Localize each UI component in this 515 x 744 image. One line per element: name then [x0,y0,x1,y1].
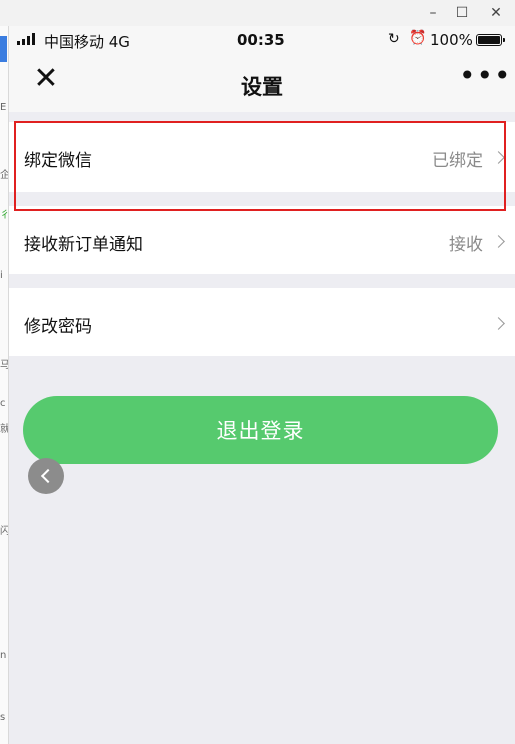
settings-item-change-password[interactable]: 修改密码 [9,288,515,356]
highlight-box [14,121,506,211]
background-text: n [0,650,7,661]
chevron-right-icon [492,235,505,248]
phone-screen: 中国移动 4G 00:35 ↻ ⏰ 100% ✕ 设置 ••• 绑定微信 已绑定… [9,26,515,744]
background-accent [0,36,7,62]
background-window-strip: E 企 彳 i 马 c 就 闪 n s [0,26,9,744]
background-text: 企 [0,166,8,181]
status-bar: 中国移动 4G 00:35 ↻ ⏰ 100% [9,26,515,54]
signal-icon [17,33,35,45]
background-text: 闪 [0,522,8,537]
rotation-lock-icon: ↻ [388,31,400,47]
back-arrow-icon[interactable] [28,458,64,494]
settings-item-new-order-notification[interactable]: 接收新订单通知 接收 [9,206,515,274]
settings-item-label: 接收新订单通知 [24,235,143,255]
navigation-bar: ✕ 设置 ••• [9,54,515,112]
clock: 00:35 [237,31,285,49]
chevron-right-icon [492,317,505,330]
background-text: 马 [0,356,8,371]
close-window-button[interactable]: ✕ [486,3,506,23]
battery-percent: 100% [430,31,473,49]
page-title: 设置 [241,75,283,99]
background-text: 就 [0,420,8,435]
alarm-icon: ⏰ [409,30,427,46]
battery-icon [476,34,505,46]
minimize-button[interactable]: – [423,3,443,23]
more-menu-icon[interactable]: ••• [459,62,512,90]
maximize-button[interactable]: ☐ [452,3,472,23]
settings-item-value: 接收 [449,235,483,255]
background-text: c [0,398,6,409]
logout-button[interactable]: 退出登录 [23,396,498,464]
background-text: E [0,102,7,113]
background-text: 彳 [0,206,8,221]
background-text: s [0,712,6,723]
settings-item-label: 修改密码 [24,317,92,337]
carrier-label: 中国移动 4G [44,33,130,51]
background-text: i [0,270,3,281]
window-title-bar: – ☐ ✕ [0,0,515,26]
